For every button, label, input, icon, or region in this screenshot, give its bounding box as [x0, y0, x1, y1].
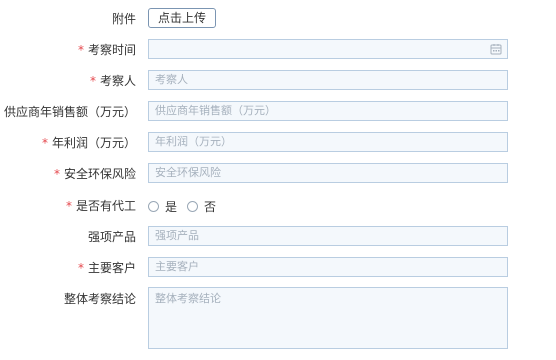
required-marker: * [53, 167, 60, 181]
attachment-row: 附件 点击上传 [0, 7, 556, 31]
required-marker: * [77, 43, 84, 57]
strong-products-row: 强项产品 强项产品 [0, 225, 556, 249]
main-customers-label: * 主要客户 [77, 261, 136, 275]
safety-risk-input[interactable]: 安全环保风险 [148, 163, 508, 183]
strong-products-label: 强项产品 [87, 230, 136, 244]
inspector-input[interactable]: 考察人 [148, 70, 508, 90]
overall-conclusion-textarea[interactable]: 整体考察结论 [148, 287, 508, 349]
annual-profit-row: * 年利润（万元） 年利润（万元） [0, 131, 556, 155]
main-customers-row: * 主要客户 主要客户 [0, 256, 556, 280]
upload-button[interactable]: 点击上传 [148, 8, 217, 28]
safety-risk-row: * 安全环保风险 安全环保风险 [0, 162, 556, 186]
strong-products-input[interactable]: 强项产品 [148, 226, 508, 246]
inspection-time-row: * 考察时间 [0, 38, 556, 62]
has-agent-radio-group: 是 否 [148, 194, 226, 218]
radio-yes[interactable] [148, 200, 159, 212]
inspector-row: * 考察人 考察人 [0, 69, 556, 93]
supplier-sales-row: *供应商年销售额（万元） 供应商年销售额（万元） [0, 100, 556, 124]
attachment-label: 附件 [111, 12, 136, 26]
inspector-label: * 考察人 [89, 74, 136, 88]
safety-risk-label: * 安全环保风险 [53, 167, 136, 181]
calendar-icon[interactable] [490, 43, 502, 55]
has-agent-label: * 是否有代工 [65, 199, 136, 213]
required-marker: * [89, 74, 96, 88]
radio-no[interactable] [187, 200, 199, 212]
overall-conclusion-row: 整体考察结论 整体考察结论 [0, 287, 556, 351]
radio-yes-label[interactable]: 是 [165, 198, 177, 215]
annual-profit-input[interactable]: 年利润（万元） [148, 132, 508, 152]
overall-conclusion-label: 整体考察结论 [63, 292, 136, 306]
inspection-time-field[interactable] [148, 39, 508, 59]
required-marker: * [65, 199, 72, 213]
required-marker: * [41, 136, 48, 150]
main-customers-input[interactable]: 主要客户 [148, 257, 508, 277]
required-marker: * [77, 261, 84, 275]
supplier-sales-input[interactable]: 供应商年销售额（万元） [148, 101, 508, 121]
radio-no-label[interactable]: 否 [204, 198, 216, 215]
has-agent-row: * 是否有代工 是 否 [0, 194, 556, 218]
supplier-sales-label: *供应商年销售额（万元） [3, 105, 136, 119]
annual-profit-label: * 年利润（万元） [41, 136, 136, 150]
inspection-time-label: * 考察时间 [77, 43, 136, 57]
